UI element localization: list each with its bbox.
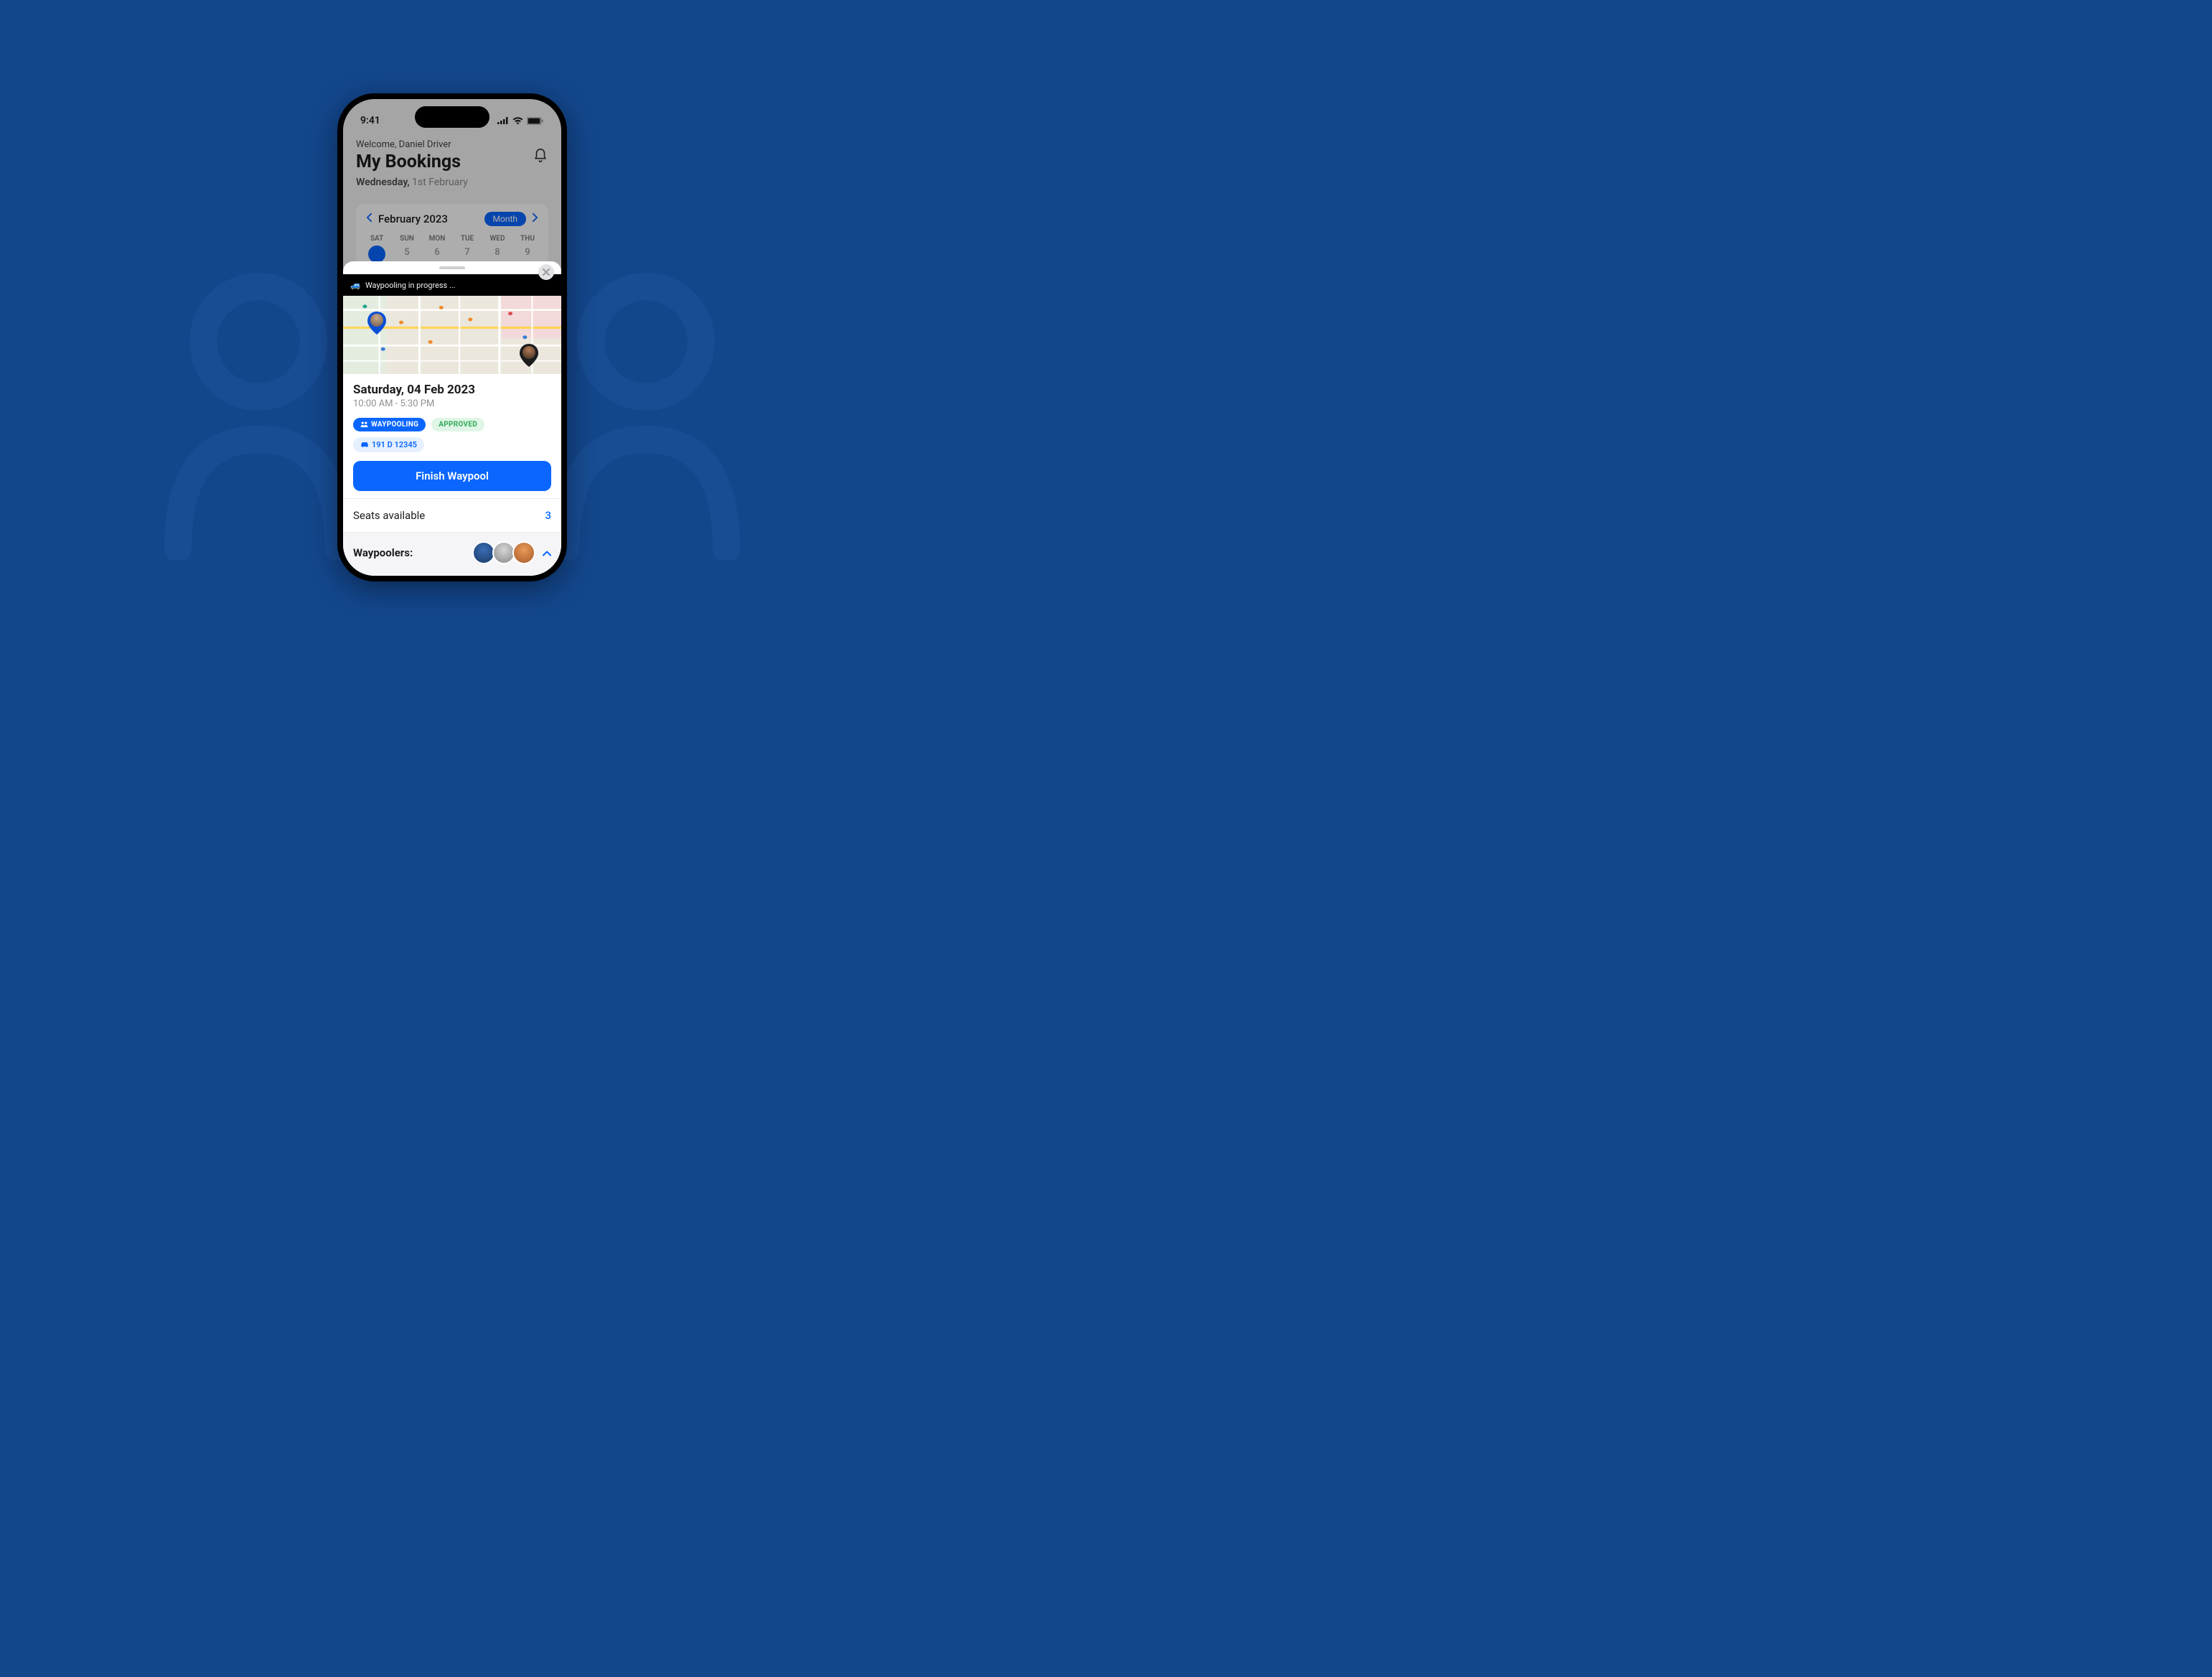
trip-date: Saturday, 04 Feb 2023 (353, 383, 551, 397)
phone-frame: 9:41 Welcome, Daniel Driver My Bookings … (337, 93, 567, 581)
seats-available-row: Seats available 3 (343, 499, 561, 533)
sheet-drag-handle[interactable] (439, 266, 465, 269)
chevron-up-icon[interactable] (543, 546, 551, 559)
sheet-close-button[interactable] (538, 264, 554, 280)
phone-screen: 9:41 Welcome, Daniel Driver My Bookings … (343, 99, 561, 576)
map-pin-driver[interactable] (367, 312, 386, 335)
waypooler-avatars (472, 541, 535, 564)
waypooling-badge: WAYPOOLING (353, 418, 426, 431)
seats-label: Seats available (353, 509, 425, 522)
avatar[interactable] (512, 541, 535, 564)
progress-text: Waypooling in progress ... (365, 281, 456, 290)
waypool-progress-banner: 🚙 Waypooling in progress ... (343, 274, 561, 296)
approved-badge: APPROVED (431, 418, 484, 431)
people-icon (360, 421, 368, 428)
map-pin-passenger[interactable] (520, 344, 538, 367)
car-plate-icon (360, 442, 369, 448)
dynamic-island (415, 106, 489, 128)
trip-time: 10:00 AM - 5:30 PM (353, 398, 551, 409)
seats-count: 3 (545, 509, 551, 522)
trip-map[interactable] (343, 296, 561, 374)
car-icon: 🚙 (350, 280, 361, 290)
license-plate-badge: 191 D 12345 (353, 437, 424, 452)
waypoolers-label: Waypoolers: (353, 546, 413, 559)
waypoolers-row[interactable]: Waypoolers: (343, 533, 561, 576)
booking-detail-sheet: 🚙 Waypooling in progress ... (343, 261, 561, 576)
finish-waypool-button[interactable]: Finish Waypool (353, 461, 551, 491)
